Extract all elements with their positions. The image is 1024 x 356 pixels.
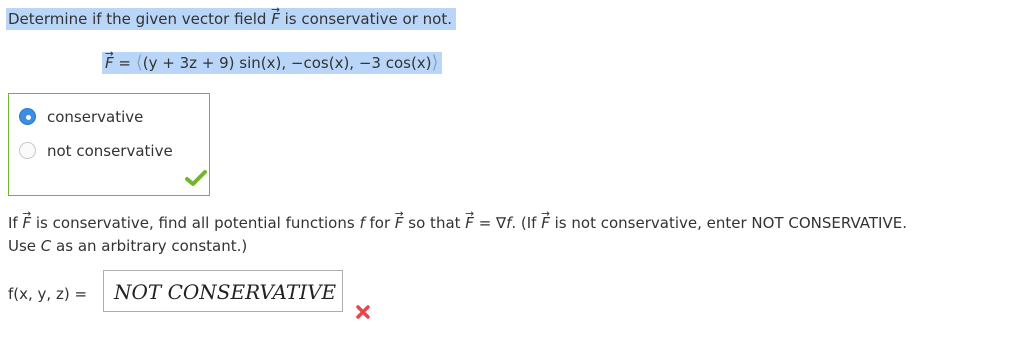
formula-lhs: F bbox=[105, 53, 114, 73]
text: is conservative, find all potential func… bbox=[31, 214, 360, 232]
text: is not conservative, enter NOT CONSERVAT… bbox=[549, 214, 907, 232]
text: for bbox=[364, 214, 395, 232]
formula-close-bracket: ⟩ bbox=[431, 52, 439, 73]
text: = ∇ bbox=[473, 214, 507, 232]
question-text: Determine if the given vector field F is… bbox=[6, 8, 456, 30]
question-text-before: Determine if the given vector field bbox=[8, 10, 272, 28]
vector-f: F bbox=[22, 212, 31, 235]
answer-label: f(x, y, z) = bbox=[8, 285, 88, 303]
instruction-line-1: If F is conservative, find all potential… bbox=[8, 212, 907, 235]
text: so that bbox=[403, 214, 466, 232]
formula-components: (y + 3z + 9) sin(x), −cos(x), −3 cos(x) bbox=[142, 54, 432, 72]
formula-open-bracket: ⟨ bbox=[135, 52, 143, 73]
text: If bbox=[8, 214, 23, 232]
text: . (If bbox=[511, 214, 542, 232]
text: Use bbox=[8, 237, 41, 255]
formula-equals: = bbox=[113, 54, 136, 72]
vector-field-formula: F = ⟨(y + 3z + 9) sin(x), −cos(x), −3 co… bbox=[102, 52, 442, 74]
vector-f: F bbox=[465, 212, 474, 235]
radio-unselected-icon[interactable] bbox=[19, 142, 36, 159]
vector-f: F bbox=[541, 212, 550, 235]
check-icon bbox=[185, 170, 207, 186]
choice-group: conservative not conservative bbox=[8, 93, 210, 196]
choice-label: conservative bbox=[47, 108, 144, 126]
text: as an arbitrary constant.) bbox=[51, 237, 248, 255]
constant-c: C bbox=[40, 237, 52, 255]
instruction-text: If F is conservative, find all potential… bbox=[8, 212, 907, 258]
x-mark-icon bbox=[356, 305, 370, 319]
vector-f: F bbox=[271, 9, 280, 29]
choice-label: not conservative bbox=[47, 142, 173, 160]
answer-input[interactable]: NOT CONSERVATIVE bbox=[103, 270, 343, 312]
vector-f: F bbox=[395, 212, 404, 235]
instruction-line-2: Use C as an arbitrary constant.) bbox=[8, 235, 907, 258]
radio-selected-icon[interactable] bbox=[19, 108, 36, 125]
question-text-after: is conservative or not. bbox=[279, 10, 452, 28]
